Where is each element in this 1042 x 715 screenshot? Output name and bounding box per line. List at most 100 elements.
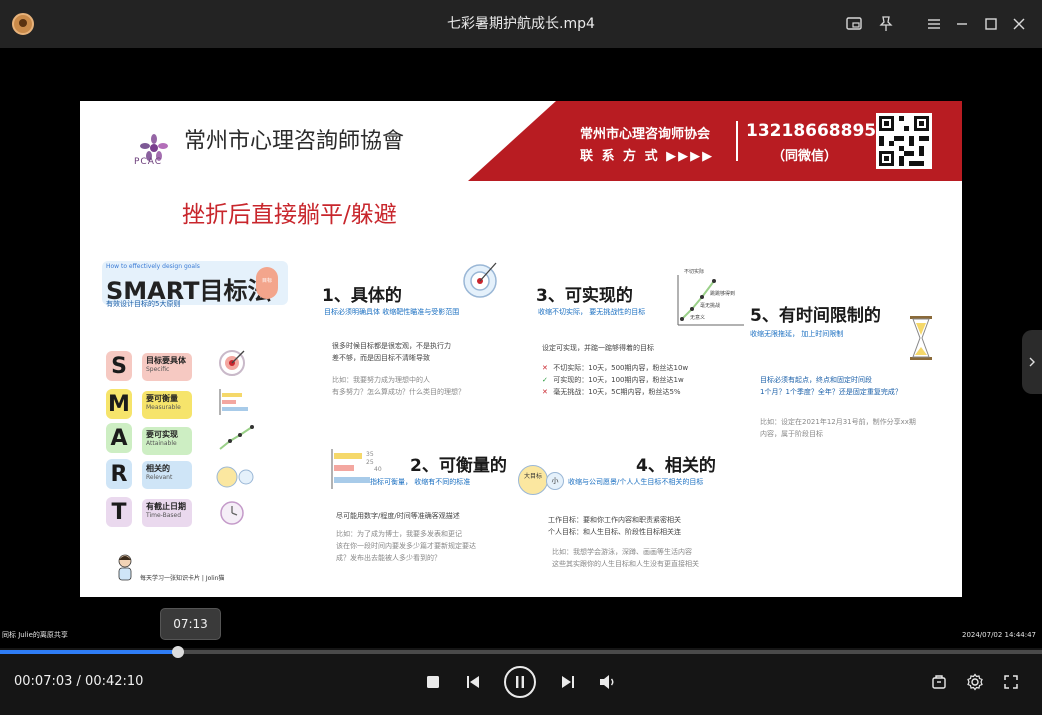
gear-icon — [967, 673, 983, 691]
progress-bar[interactable] — [0, 646, 1042, 658]
progress-thumb[interactable] — [172, 646, 185, 658]
clock-icon — [220, 501, 244, 525]
overlay-left-tag: 同标 Julie的离原共享 — [2, 631, 68, 639]
smart-label-t: 有截止日期 Time-Based — [142, 499, 192, 527]
stop-icon — [427, 676, 439, 688]
section-3-subtitle: 收缩不切实际， 要无挑战性的目标 — [538, 308, 646, 316]
stop-button[interactable] — [418, 667, 448, 697]
section-3-text: 设定可实现，并踮一踮够得着的目标 — [542, 344, 654, 352]
fullscreen-icon — [1004, 675, 1018, 689]
section-2-text: 尽可能用数字/程度/时间等准确客观描述 — [336, 512, 460, 520]
volume-button[interactable] — [593, 667, 623, 697]
section-2-title: 2、可衡量的 — [410, 456, 507, 476]
section-5-text: 目标必须有起点，终点和固定时间段 1个月？1个季度？全年？还是固定重复完成？ — [760, 376, 902, 396]
banner-phone: 13218668895 — [746, 121, 877, 141]
section-2-bar-values: 35 25 40 — [366, 451, 382, 473]
smart-caption: How to effectively design goals — [106, 263, 200, 270]
section-1-example: 比如：我要努力成为理想中的人 有多努力？怎么算成功？什么类目的理想？ — [332, 376, 465, 396]
section-3-option-1: ✕ 不切实际：10天，500期内容，粉丝达10w — [542, 364, 689, 372]
seek-tooltip: 07:13 — [160, 608, 221, 640]
pause-button[interactable] — [504, 666, 536, 698]
avatar-icon — [118, 554, 132, 581]
banner-contact: 联 系 方 式 ▶▶▶▶ — [580, 149, 715, 164]
close-icon[interactable] — [1007, 12, 1031, 36]
org-name: 常州市心理咨詢師協會 — [184, 129, 405, 154]
smart-letter-r: R — [106, 459, 132, 489]
section-4-title: 4、相关的 — [636, 456, 716, 476]
section-3-chart-label-3: 毫无挑战 — [700, 303, 721, 309]
smart-subtitle: 有效设计目标的5大原则 — [106, 300, 181, 308]
smart-label-m: 要可衡量 Measurable — [142, 391, 192, 419]
smart-letter-a: A — [106, 423, 132, 453]
section-4-text: 工作目标：要和你工作内容和职责紧密相关 个人目标：和人生目标、阶段性目标相关连 — [548, 516, 681, 536]
settings-button[interactable] — [960, 667, 990, 697]
previous-button[interactable] — [458, 667, 488, 697]
section-4-small-circle: 小 — [546, 472, 564, 490]
smart-label-s: 目标要具体 Specific — [142, 353, 192, 381]
section-3-chart-label-1: 不切实际 — [684, 269, 705, 275]
overlay-timestamp: 2024/07/02 14:44:47 — [961, 631, 1036, 639]
qr-code-icon — [876, 113, 932, 169]
pcac-abbr: PCAC — [134, 157, 162, 167]
target-icon — [219, 350, 245, 376]
section-4-example: 比如：我想学会游泳，深蹲、画画等生活内容 这些其实跟你的人生目标和人生没有更直接… — [552, 548, 699, 568]
pin-icon[interactable] — [874, 12, 898, 36]
section-1-target-icon — [463, 262, 497, 298]
section-2-subtitle: 指标可衡量， 收缩有不同的标准 — [370, 478, 471, 486]
skip-previous-icon — [467, 676, 479, 688]
bar-chart-icon — [219, 389, 248, 415]
smart-footer: 每天学习一张知识卡片 | Jolin猫 — [140, 575, 225, 582]
smart-letter-m: M — [106, 389, 132, 419]
smart-label-a: 要可实现 Attainable — [142, 427, 192, 455]
banner-divider — [736, 121, 738, 161]
smart-label-r: 相关的 Relevant — [142, 461, 192, 489]
section-1-title: 1、具体的 — [322, 286, 402, 306]
smart-badge: 目标 — [256, 267, 278, 299]
time-readout: 00:07:03 / 00:42:10 — [14, 674, 143, 689]
total-time: 00:42:10 — [85, 674, 144, 689]
fullscreen-button[interactable] — [996, 667, 1026, 697]
section-4-subtitle: 收缩与公司愿景/个人人生目标不相关的目标 — [568, 478, 704, 486]
smart-letter-t: T — [106, 497, 132, 527]
side-panel-toggle[interactable] — [1022, 330, 1042, 394]
section-5-example: 比如：设定在2021年12月31号前，制作分享xx期 内容，属于阶段目标 — [760, 418, 916, 438]
section-3-options: ✕ 不切实际：10天，500期内容，粉丝达10w ✓ 可实现的：10天，100期… — [542, 363, 688, 399]
current-time: 00:07:03 — [14, 674, 73, 689]
minimize-icon[interactable] — [950, 12, 974, 36]
section-3-option-2: ✓ 可实现的：10天，100期内容，粉丝达1w — [542, 375, 684, 384]
playlist-button[interactable] — [924, 667, 954, 697]
relevance-circles-icon — [216, 466, 254, 488]
slide-title: 挫折后直接躺平/躲避 — [182, 202, 397, 228]
section-3-title: 3、可实现的 — [536, 286, 633, 306]
banner-wechat: （同微信） — [772, 149, 838, 164]
video-stage[interactable]: PCAC 常州市心理咨詢師協會 常州市心理咨询师协会 联 系 方 式 ▶▶▶▶ … — [0, 48, 1042, 648]
miniplayer-icon[interactable] — [842, 12, 866, 36]
maximize-icon[interactable] — [979, 12, 1003, 36]
volume-icon — [600, 675, 614, 689]
section-4-big-circle: 大目标 — [518, 465, 548, 495]
smart-letter-s: S — [106, 351, 132, 381]
section-3-chart-label-2: 跳跳够得到 — [710, 291, 736, 297]
section-3-chart-icon — [677, 275, 744, 326]
section-3-option-3: ✕ 毫无挑战：10天，5C期内容，粉丝达5% — [542, 387, 681, 396]
next-button[interactable] — [553, 667, 583, 697]
progress-fill — [0, 650, 179, 654]
title-bar: 七彩暑期护航成长.mp4 — [0, 0, 1042, 48]
section-5-subtitle: 收缩无限拖延， 加上时间限制 — [750, 330, 844, 338]
section-2-example: 比如：为了成为博士，我要多发表和更记 该在你一段时间内要发多少篇才要新规定要达 … — [336, 530, 476, 562]
pause-icon — [516, 676, 524, 688]
playlist-icon — [932, 675, 946, 689]
banner-org: 常州市心理咨询师协会 — [580, 127, 711, 142]
hourglass-icon — [910, 316, 932, 360]
chevron-right-icon — [1029, 357, 1035, 367]
section-5-title: 5、有时间限制的 — [750, 306, 881, 326]
section-3-chart-label-4: 无意义 — [690, 315, 706, 321]
trend-icon — [219, 425, 254, 450]
menu-icon[interactable] — [922, 12, 946, 36]
skip-next-icon — [562, 676, 574, 688]
control-bar: 00:07:03 / 00:42:10 — [0, 646, 1042, 715]
section-1-subtitle: 目标必须明确具体 收缩靶性瞄准与受影范围 — [324, 308, 460, 316]
section-1-text: 很多时候目标都是很宏观，不是执行力 差不够，而是因目标不清晰导致 — [332, 342, 451, 362]
video-frame: PCAC 常州市心理咨詢師協會 常州市心理咨询师协会 联 系 方 式 ▶▶▶▶ … — [80, 101, 962, 597]
time-separator: / — [72, 674, 86, 689]
